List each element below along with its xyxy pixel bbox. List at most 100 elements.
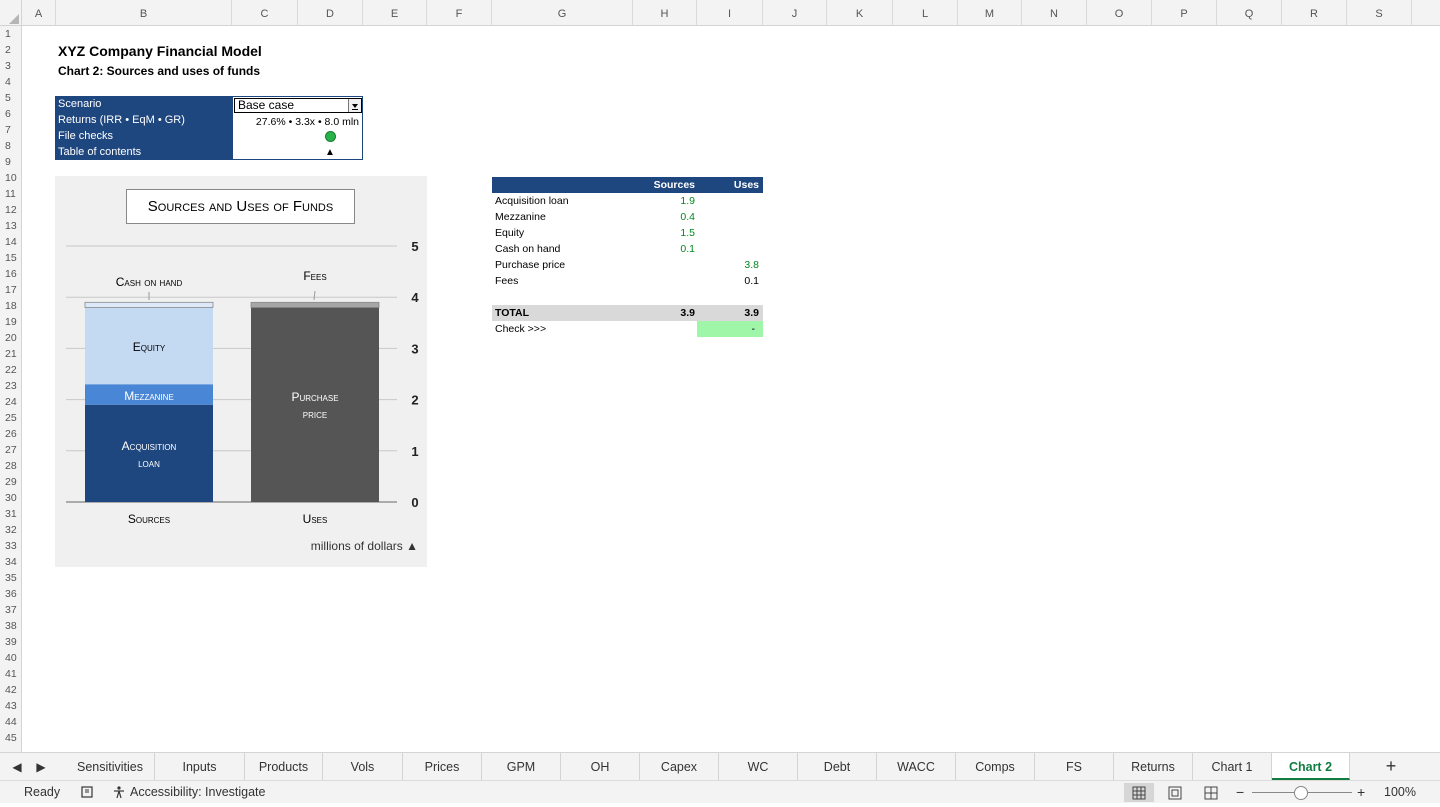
- row-header[interactable]: 35: [0, 570, 21, 586]
- column-header[interactable]: C: [232, 0, 298, 26]
- sheet-tab[interactable]: OH: [561, 753, 640, 780]
- sheet-tab[interactable]: Debt: [798, 753, 877, 780]
- column-header[interactable]: N: [1022, 0, 1087, 26]
- add-sheet-icon[interactable]: +: [1374, 753, 1408, 780]
- scenario-value: Base case: [238, 98, 295, 112]
- zoom-level[interactable]: 100%: [1384, 781, 1416, 804]
- zoom-out-icon[interactable]: −: [1236, 781, 1244, 804]
- toc-link-icon[interactable]: ▲: [325, 147, 335, 159]
- sheet-tab[interactable]: Inputs: [155, 753, 245, 780]
- row-header[interactable]: 21: [0, 346, 21, 362]
- sheet-tab[interactable]: WC: [719, 753, 798, 780]
- row-header[interactable]: 42: [0, 682, 21, 698]
- row-header[interactable]: 19: [0, 314, 21, 330]
- row-header[interactable]: 37: [0, 602, 21, 618]
- row-header[interactable]: 5: [0, 90, 21, 106]
- column-header[interactable]: J: [763, 0, 827, 26]
- chevron-down-icon[interactable]: [348, 99, 361, 112]
- zoom-in-icon[interactable]: +: [1357, 781, 1365, 804]
- accessibility-icon[interactable]: [112, 781, 126, 807]
- next-sheet-icon[interactable]: ▶: [30, 753, 52, 781]
- row-header[interactable]: 2: [0, 42, 21, 58]
- row-header[interactable]: 45: [0, 730, 21, 746]
- zoom-slider-thumb[interactable]: [1294, 786, 1308, 800]
- row-header[interactable]: 15: [0, 250, 21, 266]
- row-header[interactable]: 34: [0, 554, 21, 570]
- column-header[interactable]: E: [363, 0, 427, 26]
- accessibility-status[interactable]: Accessibility: Investigate: [130, 781, 265, 804]
- page-layout-view-icon[interactable]: [1160, 783, 1190, 802]
- sheet-tab[interactable]: WACC: [877, 753, 956, 780]
- su-table-row: Cash on hand 0.1: [492, 241, 763, 257]
- sheet-tab[interactable]: Chart 1: [1193, 753, 1272, 780]
- row-header[interactable]: 12: [0, 202, 21, 218]
- sheet-tab[interactable]: Returns: [1114, 753, 1193, 780]
- row-header[interactable]: 36: [0, 586, 21, 602]
- row-header[interactable]: 7: [0, 122, 21, 138]
- row-header[interactable]: 24: [0, 394, 21, 410]
- row-header[interactable]: 9: [0, 154, 21, 170]
- sheet-tab[interactable]: Vols: [323, 753, 403, 780]
- row-header[interactable]: 14: [0, 234, 21, 250]
- column-header[interactable]: O: [1087, 0, 1152, 26]
- column-header[interactable]: I: [697, 0, 763, 26]
- page-break-view-icon[interactable]: [1196, 783, 1226, 802]
- column-header[interactable]: R: [1282, 0, 1347, 26]
- prev-sheet-icon[interactable]: ◀: [6, 753, 28, 781]
- sheet-tab[interactable]: GPM: [482, 753, 561, 780]
- column-header[interactable]: L: [893, 0, 958, 26]
- macro-record-icon[interactable]: [80, 781, 94, 807]
- column-header[interactable]: F: [427, 0, 492, 26]
- row-header[interactable]: 39: [0, 634, 21, 650]
- row-header[interactable]: 30: [0, 490, 21, 506]
- sheet-tab[interactable]: Capex: [640, 753, 719, 780]
- row-header[interactable]: 31: [0, 506, 21, 522]
- column-header[interactable]: H: [633, 0, 697, 26]
- row-header[interactable]: 44: [0, 714, 21, 730]
- column-header[interactable]: Q: [1217, 0, 1282, 26]
- sheet-tab[interactable]: Products: [245, 753, 323, 780]
- column-header[interactable]: A: [22, 0, 56, 26]
- column-header[interactable]: M: [958, 0, 1022, 26]
- row-header[interactable]: 20: [0, 330, 21, 346]
- row-header[interactable]: 8: [0, 138, 21, 154]
- row-header[interactable]: 38: [0, 618, 21, 634]
- row-header[interactable]: 25: [0, 410, 21, 426]
- column-header[interactable]: S: [1347, 0, 1412, 26]
- row-header[interactable]: 23: [0, 378, 21, 394]
- row-header[interactable]: 43: [0, 698, 21, 714]
- sheet-tab[interactable]: Sensitivities: [66, 753, 155, 780]
- select-all-corner[interactable]: [0, 0, 22, 26]
- sheet-tab[interactable]: Chart 2: [1272, 753, 1350, 780]
- row-header[interactable]: 17: [0, 282, 21, 298]
- column-header[interactable]: B: [56, 0, 232, 26]
- row-header[interactable]: 6: [0, 106, 21, 122]
- normal-view-icon[interactable]: [1124, 783, 1154, 802]
- row-header[interactable]: 1: [0, 26, 21, 42]
- row-header[interactable]: 27: [0, 442, 21, 458]
- row-header[interactable]: 13: [0, 218, 21, 234]
- row-header[interactable]: 16: [0, 266, 21, 282]
- column-header[interactable]: D: [298, 0, 363, 26]
- column-header[interactable]: G: [492, 0, 633, 26]
- sources-uses-chart[interactable]: 0 1 2 3 4 5 Cash on hand Equity Mezzanine Acquisi…: [55, 176, 427, 567]
- sheet-tab[interactable]: FS: [1035, 753, 1114, 780]
- row-header[interactable]: 33: [0, 538, 21, 554]
- sheet-tab[interactable]: Comps: [956, 753, 1035, 780]
- row-header[interactable]: 26: [0, 426, 21, 442]
- row-header[interactable]: 10: [0, 170, 21, 186]
- column-header[interactable]: P: [1152, 0, 1217, 26]
- sheet-tab[interactable]: Prices: [403, 753, 482, 780]
- row-header[interactable]: 32: [0, 522, 21, 538]
- row-header[interactable]: 41: [0, 666, 21, 682]
- row-header[interactable]: 3: [0, 58, 21, 74]
- column-header[interactable]: K: [827, 0, 893, 26]
- row-header[interactable]: 4: [0, 74, 21, 90]
- row-header[interactable]: 18: [0, 298, 21, 314]
- row-header[interactable]: 11: [0, 186, 21, 202]
- row-header[interactable]: 40: [0, 650, 21, 666]
- row-header[interactable]: 22: [0, 362, 21, 378]
- row-header[interactable]: 29: [0, 474, 21, 490]
- row-header[interactable]: 28: [0, 458, 21, 474]
- scenario-dropdown[interactable]: Base case: [234, 98, 362, 113]
